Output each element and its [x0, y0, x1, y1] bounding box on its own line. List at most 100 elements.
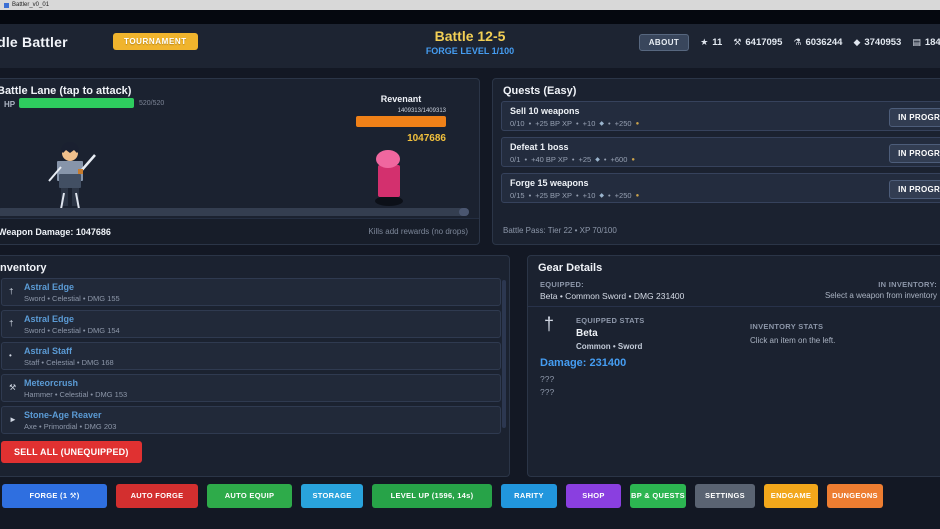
in-inventory-label: IN INVENTORY: [878, 280, 937, 289]
inventory-panel: Inventory † Astral Edge Sword • Celestia… [0, 255, 510, 477]
item-details: Axe • Primordial • DMG 203 [24, 422, 494, 431]
sword-icon: † [9, 287, 13, 296]
quest-gems: +25 [578, 155, 591, 164]
level-up-button[interactable]: LEVEL UP (1596, 14s) [372, 484, 492, 508]
unknown-stat: ??? [540, 387, 554, 397]
quest-name: Forge 15 weapons [510, 178, 940, 188]
quest-name: Defeat 1 boss [510, 142, 940, 152]
attack-progress-bar [0, 208, 469, 216]
equipped-stats-label: EQUIPPED STATS [576, 316, 645, 325]
quest-row: Defeat 1 boss 0/1 • +40 BP XP • +25 ◆ • … [501, 137, 940, 167]
auto-forge-button[interactable]: AUTO FORGE [116, 484, 198, 508]
window-titlebar[interactable]: Battler_v0_01 [0, 0, 940, 10]
quest-coins: +600 [610, 155, 627, 164]
item-name: Astral Edge [24, 314, 494, 324]
forge-button[interactable]: FORGE (1 ⚒) [2, 484, 107, 508]
battle-lane-panel[interactable]: Battle Lane (tap to attack) HP 520/520 R… [0, 78, 480, 245]
item-details: Hammer • Celestial • DMG 153 [24, 390, 494, 399]
quest-status-button[interactable]: IN PROGRESS [889, 144, 940, 163]
item-details: Sword • Celestial • DMG 154 [24, 326, 494, 335]
quest-name: Sell 10 weapons [510, 106, 940, 116]
inventory-item[interactable]: ► Stone-Age Reaver Axe • Primordial • DM… [1, 406, 501, 434]
equipped-weapon-name: Beta [576, 328, 598, 339]
dagger-icon: † [544, 314, 554, 335]
coin-icon: ● [636, 193, 640, 199]
coin-icon: ● [631, 157, 635, 163]
sword-icon: † [9, 319, 13, 328]
resource-materials: ⚒ 6417095 [733, 37, 782, 48]
separator: • [608, 191, 611, 200]
quest-rewards: 0/10 • +25 BP XP • +10 ◆ • +250 ● [510, 119, 940, 128]
inventory-stats-label: INVENTORY STATS [750, 322, 823, 331]
inventory-scrollbar[interactable] [502, 280, 506, 428]
bottom-action-bar: FORGE (1 ⚒) AUTO FORGE AUTO EQUIP STORAG… [2, 484, 883, 508]
sell-all-button[interactable]: SELL ALL (UNEQUIPPED) [1, 441, 142, 463]
inventory-title: Inventory [0, 262, 47, 274]
inventory-item[interactable]: • Astral Staff Staff • Celestial • DMG 1… [1, 342, 501, 370]
about-button[interactable]: ABOUT [639, 34, 689, 51]
item-name: Astral Staff [24, 346, 494, 356]
auto-equip-button[interactable]: AUTO EQUIP [207, 484, 292, 508]
equipped-weapon-type: Common • Sword [576, 342, 642, 351]
pickaxe-icon: ⚒ [733, 37, 741, 48]
player-hp-value: 520/520 [139, 100, 164, 107]
hammer-icon: ⚒ [9, 383, 16, 392]
inventory-item[interactable]: † Astral Edge Sword • Celestial • DMG 15… [1, 278, 501, 306]
gear-details-panel: Gear Details EQUIPPED: Beta • Common Swo… [527, 255, 940, 477]
storage-button[interactable]: STORAGE [301, 484, 363, 508]
resource-stars: ★ 11 [700, 37, 722, 48]
resource-essence: ⚗ 6036244 [793, 37, 842, 48]
quest-bp-xp: +25 BP XP [535, 191, 572, 200]
quest-status-button[interactable]: IN PROGRESS [889, 180, 940, 199]
item-name: Astral Edge [24, 282, 494, 292]
inventory-item[interactable]: ⚒ Meteorcrush Hammer • Celestial • DMG 1… [1, 374, 501, 402]
hp-label: HP [4, 100, 15, 109]
equipped-summary: Beta • Common Sword • DMG 231400 [540, 291, 684, 301]
separator: • [576, 119, 579, 128]
gem-icon: ◆ [599, 120, 604, 127]
quest-progress: 0/1 [510, 155, 520, 164]
gear-details-title: Gear Details [538, 262, 602, 274]
enemy-name: Revenant [356, 94, 446, 104]
divider [528, 306, 940, 307]
top-strip [0, 10, 940, 24]
shop-button[interactable]: SHOP [566, 484, 621, 508]
battle-pass-status: Battle Pass: Tier 22 • XP 70/100 [503, 226, 617, 235]
quest-progress: 0/15 [510, 191, 525, 200]
equipped-label: EQUIPPED: [540, 280, 584, 289]
quest-status-button[interactable]: IN PROGRESS [889, 108, 940, 127]
window-title: Battler_v0_01 [12, 2, 49, 8]
quest-bp-xp: +25 BP XP [535, 119, 572, 128]
settings-button[interactable]: SETTINGS [695, 484, 755, 508]
inventory-stats-hint: Click an item on the left. [750, 336, 835, 345]
resource-value: 6036244 [805, 37, 842, 48]
quest-bp-xp: +40 BP XP [531, 155, 568, 164]
resource-bar: ABOUT ★ 11 ⚒ 6417095 ⚗ 6036244 ◆ 3740953… [639, 34, 940, 51]
separator: • [529, 191, 532, 200]
resource-value: 3740953 [864, 37, 901, 48]
rarity-button[interactable]: RARITY [501, 484, 557, 508]
quest-rewards: 0/15 • +25 BP XP • +10 ◆ • +250 ● [510, 191, 940, 200]
enemy-hp-bar [356, 116, 446, 127]
bp-quests-button[interactable]: BP & QUESTS [630, 484, 686, 508]
endgame-button[interactable]: ENDGAME [764, 484, 818, 508]
quest-coins: +250 [615, 119, 632, 128]
kills-note: Kills add rewards (no drops) [368, 227, 468, 236]
inventory-item[interactable]: † Astral Edge Sword • Celestial • DMG 15… [1, 310, 501, 338]
separator: • [604, 155, 607, 164]
quest-rewards: 0/1 • +40 BP XP • +25 ◆ • +600 ● [510, 155, 940, 164]
cards-icon: ▤ [912, 37, 921, 48]
resource-value: 11 [712, 37, 722, 48]
equipped-damage: Damage: 231400 [540, 357, 626, 369]
item-details: Staff • Celestial • DMG 168 [24, 358, 494, 367]
item-details: Sword • Celestial • DMG 155 [24, 294, 494, 303]
separator: • [524, 155, 527, 164]
enemy-sprite[interactable] [371, 149, 407, 209]
dungeons-button[interactable]: DUNGEONS [827, 484, 883, 508]
resource-gems: ◆ 3740953 [853, 37, 901, 48]
resource-value: 1848 [925, 37, 940, 48]
inventory-list: † Astral Edge Sword • Celestial • DMG 15… [1, 278, 501, 438]
separator: • [608, 119, 611, 128]
window-icon [4, 3, 9, 8]
item-name: Stone-Age Reaver [24, 410, 494, 420]
